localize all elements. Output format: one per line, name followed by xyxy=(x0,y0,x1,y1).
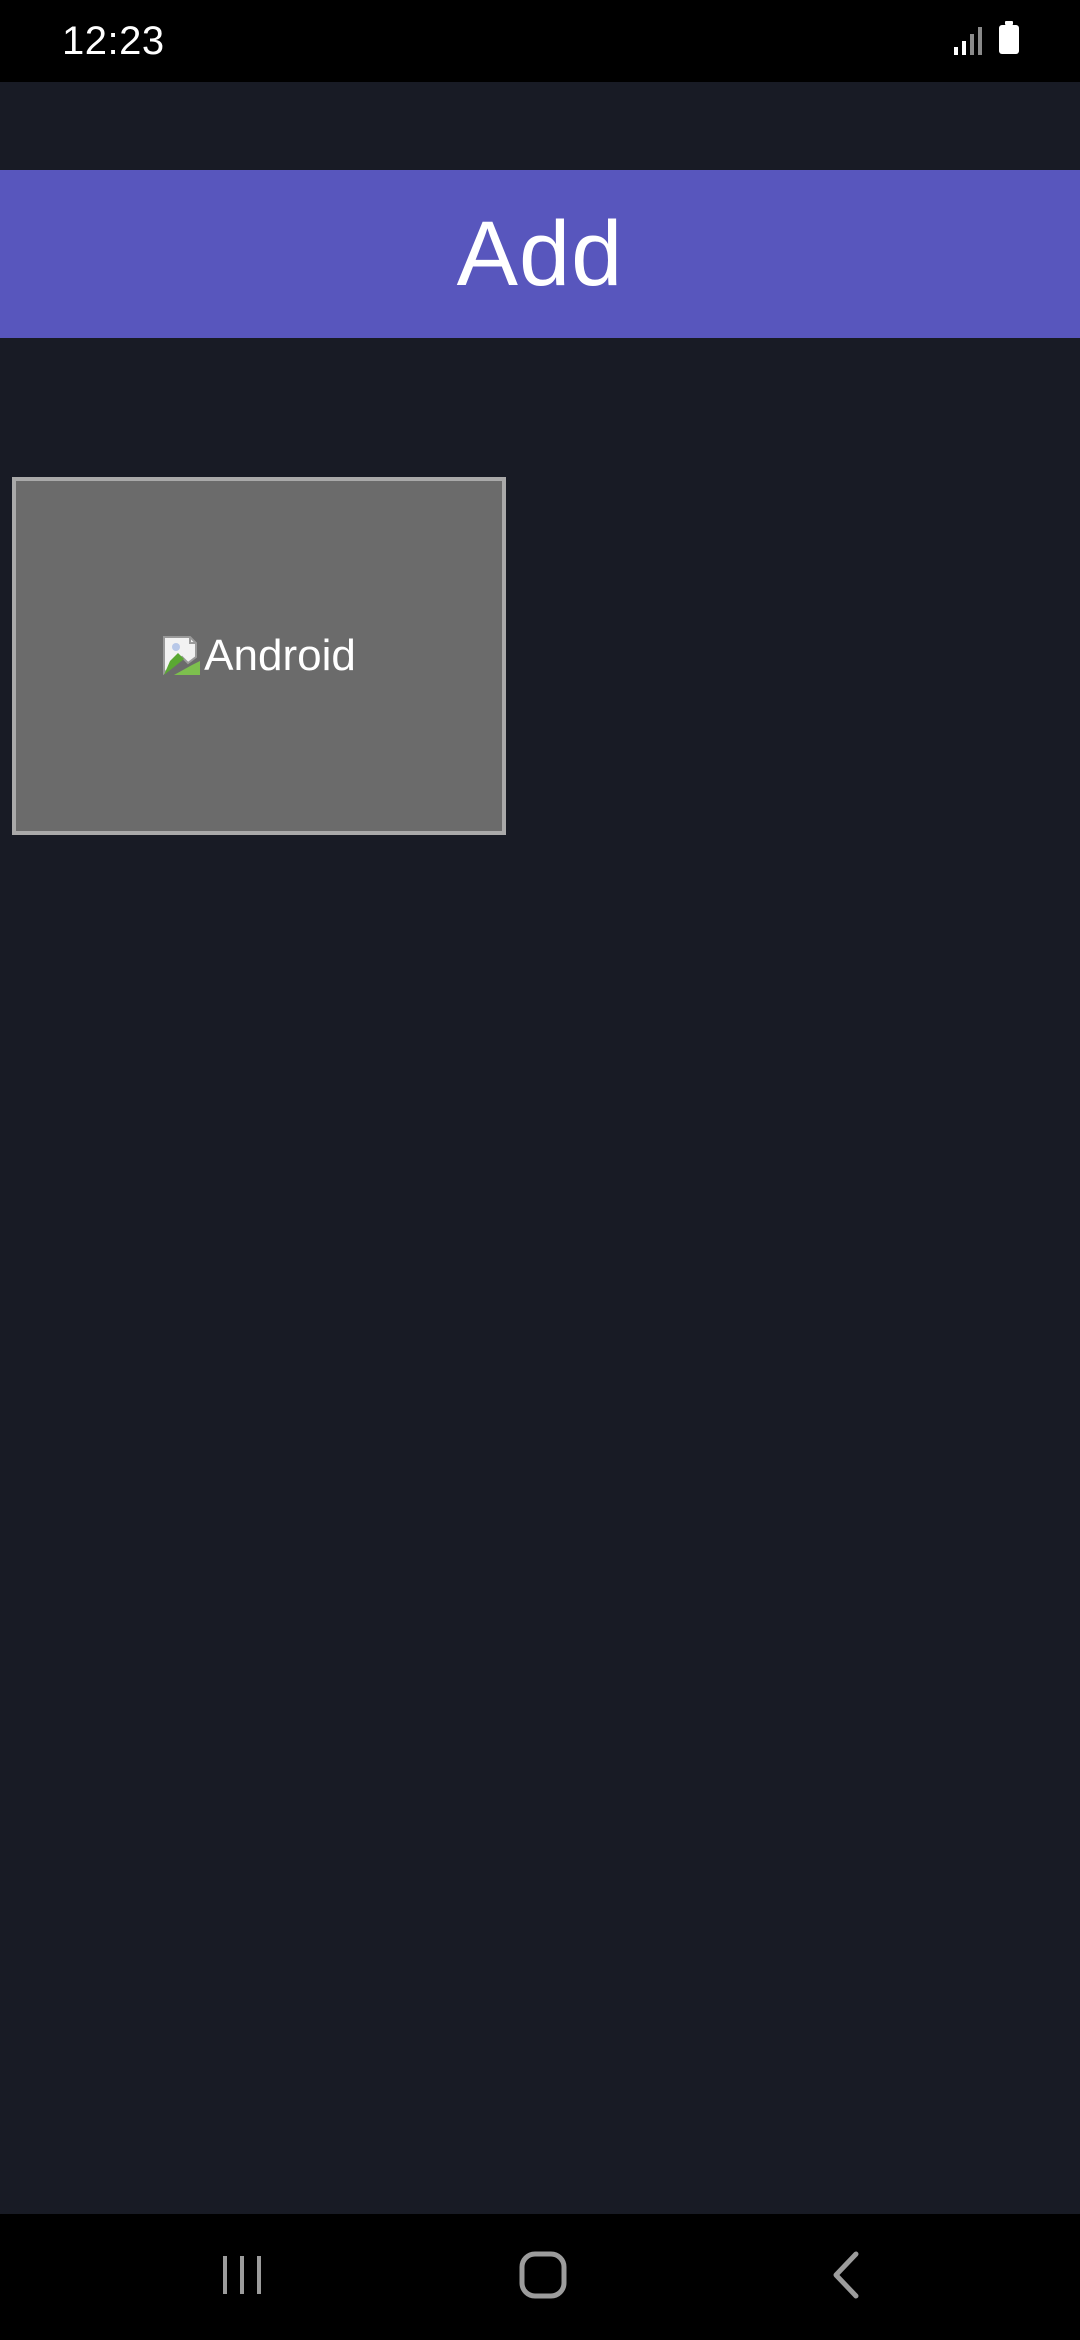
tile-label: Android xyxy=(204,631,356,680)
android-tile[interactable]: Android xyxy=(12,477,506,835)
recent-apps-icon xyxy=(219,2252,265,2303)
home-icon xyxy=(518,2250,568,2305)
status-icons xyxy=(954,21,1020,60)
back-icon xyxy=(826,2250,866,2305)
signal-icon xyxy=(954,25,984,60)
home-button[interactable] xyxy=(513,2247,573,2307)
recent-apps-button[interactable] xyxy=(212,2247,272,2307)
broken-image-icon xyxy=(162,635,204,677)
navigation-bar xyxy=(0,2214,1080,2340)
app-header: Add xyxy=(0,170,1080,338)
page-title: Add xyxy=(456,203,624,305)
tile-content: Android xyxy=(162,631,356,681)
back-button[interactable] xyxy=(816,2247,876,2307)
status-bar: 12:23 xyxy=(0,0,1080,82)
battery-icon xyxy=(998,21,1020,60)
status-time: 12:23 xyxy=(62,19,165,63)
